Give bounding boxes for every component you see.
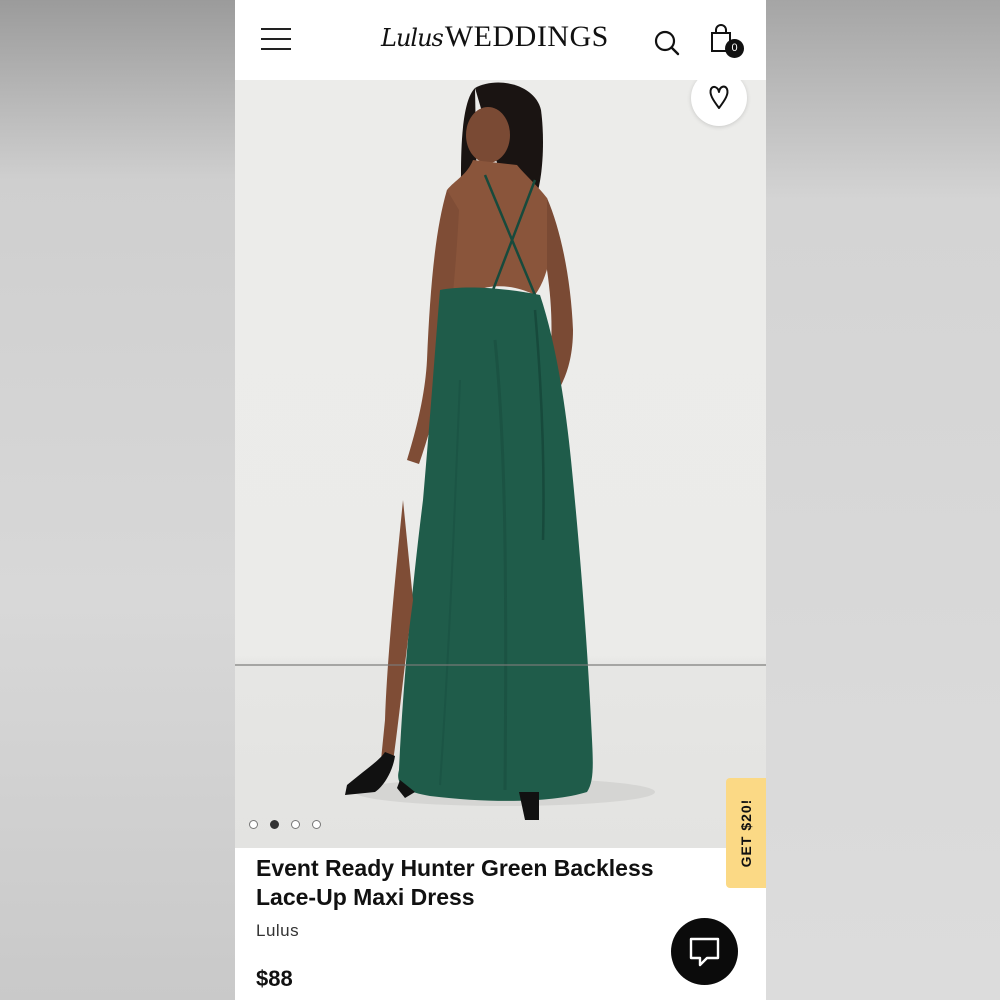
carousel-dot[interactable] [270,820,279,829]
cart-count-badge: 0 [725,39,744,58]
model-photo [345,82,655,820]
carousel-dot[interactable] [249,820,258,829]
heart-icon[interactable] [691,80,747,126]
site-logo[interactable]: Lulus WEDDINGS [381,20,609,60]
promo-tab[interactable]: GET $20! [726,778,766,888]
search-icon[interactable] [653,29,681,57]
product-price: $88 [256,966,293,991]
product-image[interactable] [235,80,766,848]
floor-line [235,664,766,666]
background-left [0,0,235,1000]
promo-label: GET $20! [738,798,754,868]
carousel-dot[interactable] [312,820,321,829]
product-title: Event Ready Hunter Green Backless Lace-U… [256,855,654,910]
product-brand[interactable]: Lulus [256,921,299,941]
logo-main-text: WEDDINGS [444,20,609,53]
background-right [766,0,1000,1000]
shopping-bag-icon[interactable]: 0 [709,24,745,60]
image-carousel-dots [249,820,321,829]
carousel-dot[interactable] [291,820,300,829]
site-header: Lulus WEDDINGS 0 [235,0,766,80]
hamburger-menu-icon[interactable] [261,28,291,54]
mobile-screen: Lulus WEDDINGS 0 GET $20! Event Ready Hu… [235,0,766,1000]
logo-script-text: Lulus [381,24,444,52]
chat-bubble-icon[interactable] [671,918,738,985]
